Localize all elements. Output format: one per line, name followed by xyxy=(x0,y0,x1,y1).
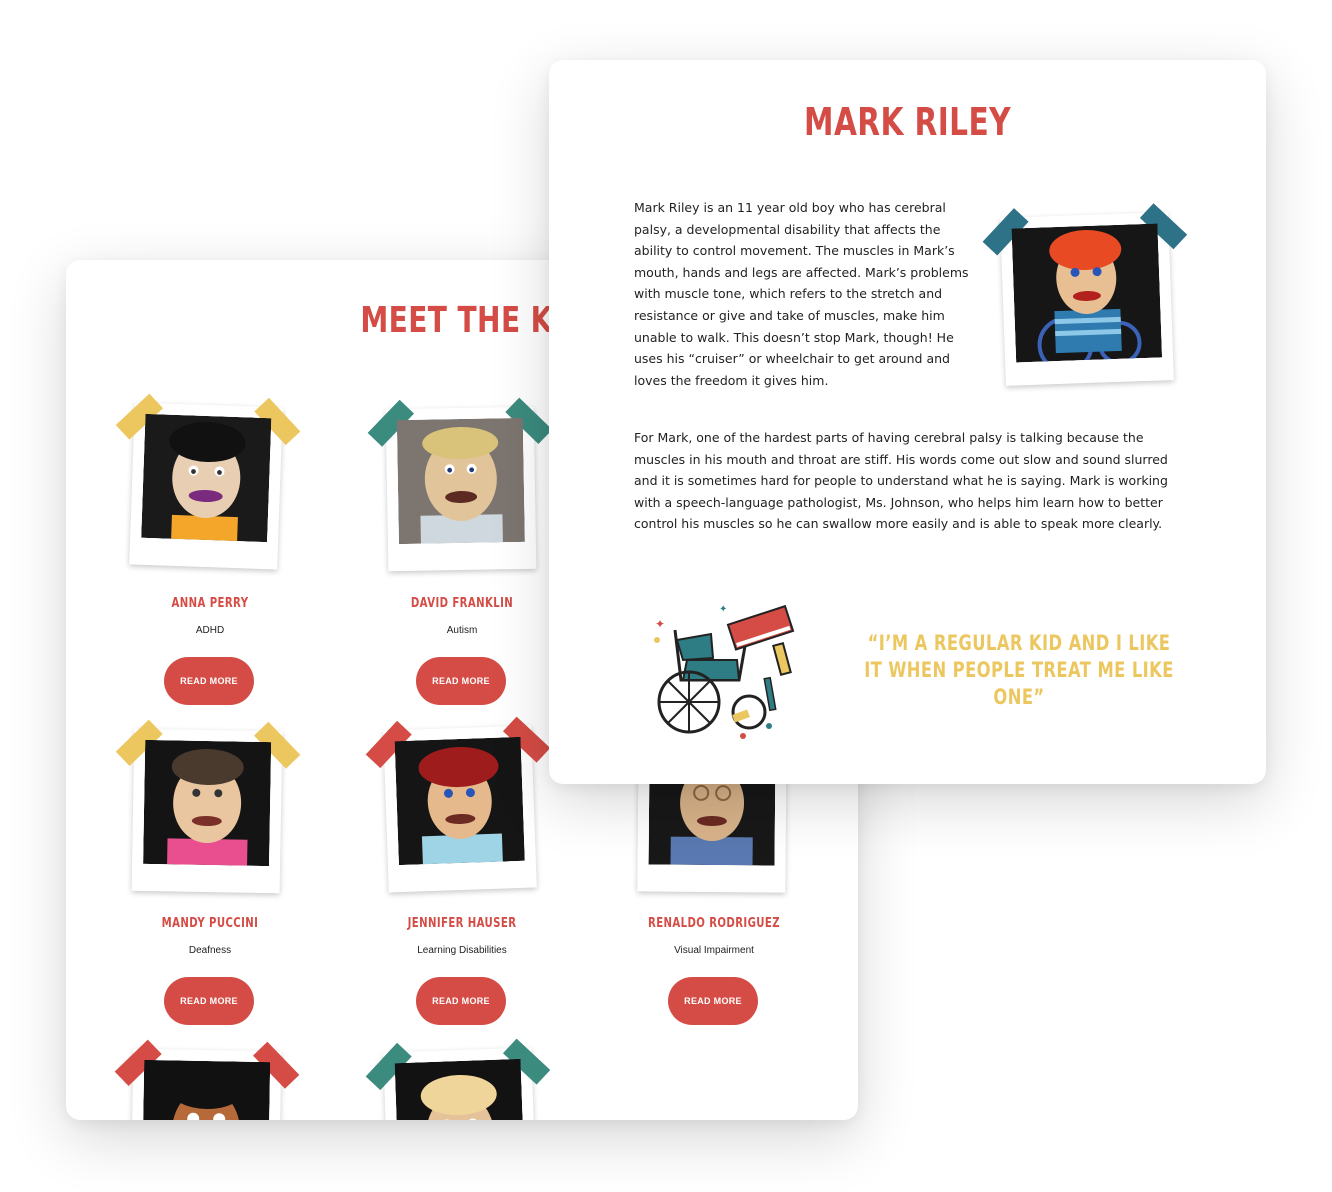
puppet-photo xyxy=(394,1058,525,1120)
profile-photo xyxy=(982,203,1188,386)
svg-text:✦: ✦ xyxy=(655,617,665,631)
read-more-button[interactable]: READ MORE xyxy=(416,657,506,705)
profile-card: MARK RILEY Mark Riley is an 11 year old … xyxy=(549,60,1266,784)
kid-name: MANDY PUCCINI xyxy=(161,916,259,931)
kid-condition: ADHD xyxy=(195,625,225,636)
anna-puppet-photo xyxy=(141,413,272,543)
wheelchair-illustration: ✦ ✦ xyxy=(647,600,807,740)
kid-condition: Learning Disabilities xyxy=(417,945,507,956)
read-more-button[interactable]: READ MORE xyxy=(416,977,506,1025)
kid-condition: Autism xyxy=(446,625,478,636)
kid-photo-jennifer[interactable] xyxy=(365,716,551,893)
kid-photo-row3-a[interactable] xyxy=(114,1039,300,1120)
kid-name: JENNIFER HAUSER xyxy=(407,916,517,931)
read-more-button[interactable]: READ MORE xyxy=(668,977,758,1025)
kid-photo-mandy[interactable] xyxy=(115,719,301,894)
puppet-photo xyxy=(142,1059,271,1120)
david-puppet-photo xyxy=(396,417,525,545)
read-more-button[interactable]: READ MORE xyxy=(164,977,254,1025)
read-more-button[interactable]: READ MORE xyxy=(164,657,254,705)
kid-photo-anna[interactable] xyxy=(115,393,301,570)
kid-name: RENALDO RODRIGUEZ xyxy=(648,916,780,931)
profile-quote: “I’M A REGULAR KID AND I LIKE IT WHEN PE… xyxy=(864,631,1174,709)
kid-condition: Deafness xyxy=(188,945,232,956)
kid-condition: Visual Impairment xyxy=(674,945,754,956)
profile-paragraph-2: For Mark, one of the hardest parts of ha… xyxy=(634,430,1168,532)
profile-name: MARK RILEY xyxy=(804,100,1011,144)
kid-name: ANNA PERRY xyxy=(171,596,249,611)
kid-photo-david[interactable] xyxy=(367,397,553,572)
svg-text:✦: ✦ xyxy=(719,604,727,615)
kid-photo-row3-b[interactable] xyxy=(365,1038,551,1120)
kid-name: DAVID FRANKLIN xyxy=(410,596,514,611)
profile-paragraph-1: Mark Riley is an 11 year old boy who has… xyxy=(634,200,969,388)
jennifer-puppet-photo xyxy=(394,736,525,866)
mandy-puppet-photo xyxy=(143,739,272,867)
mark-puppet-photo xyxy=(1011,223,1163,363)
